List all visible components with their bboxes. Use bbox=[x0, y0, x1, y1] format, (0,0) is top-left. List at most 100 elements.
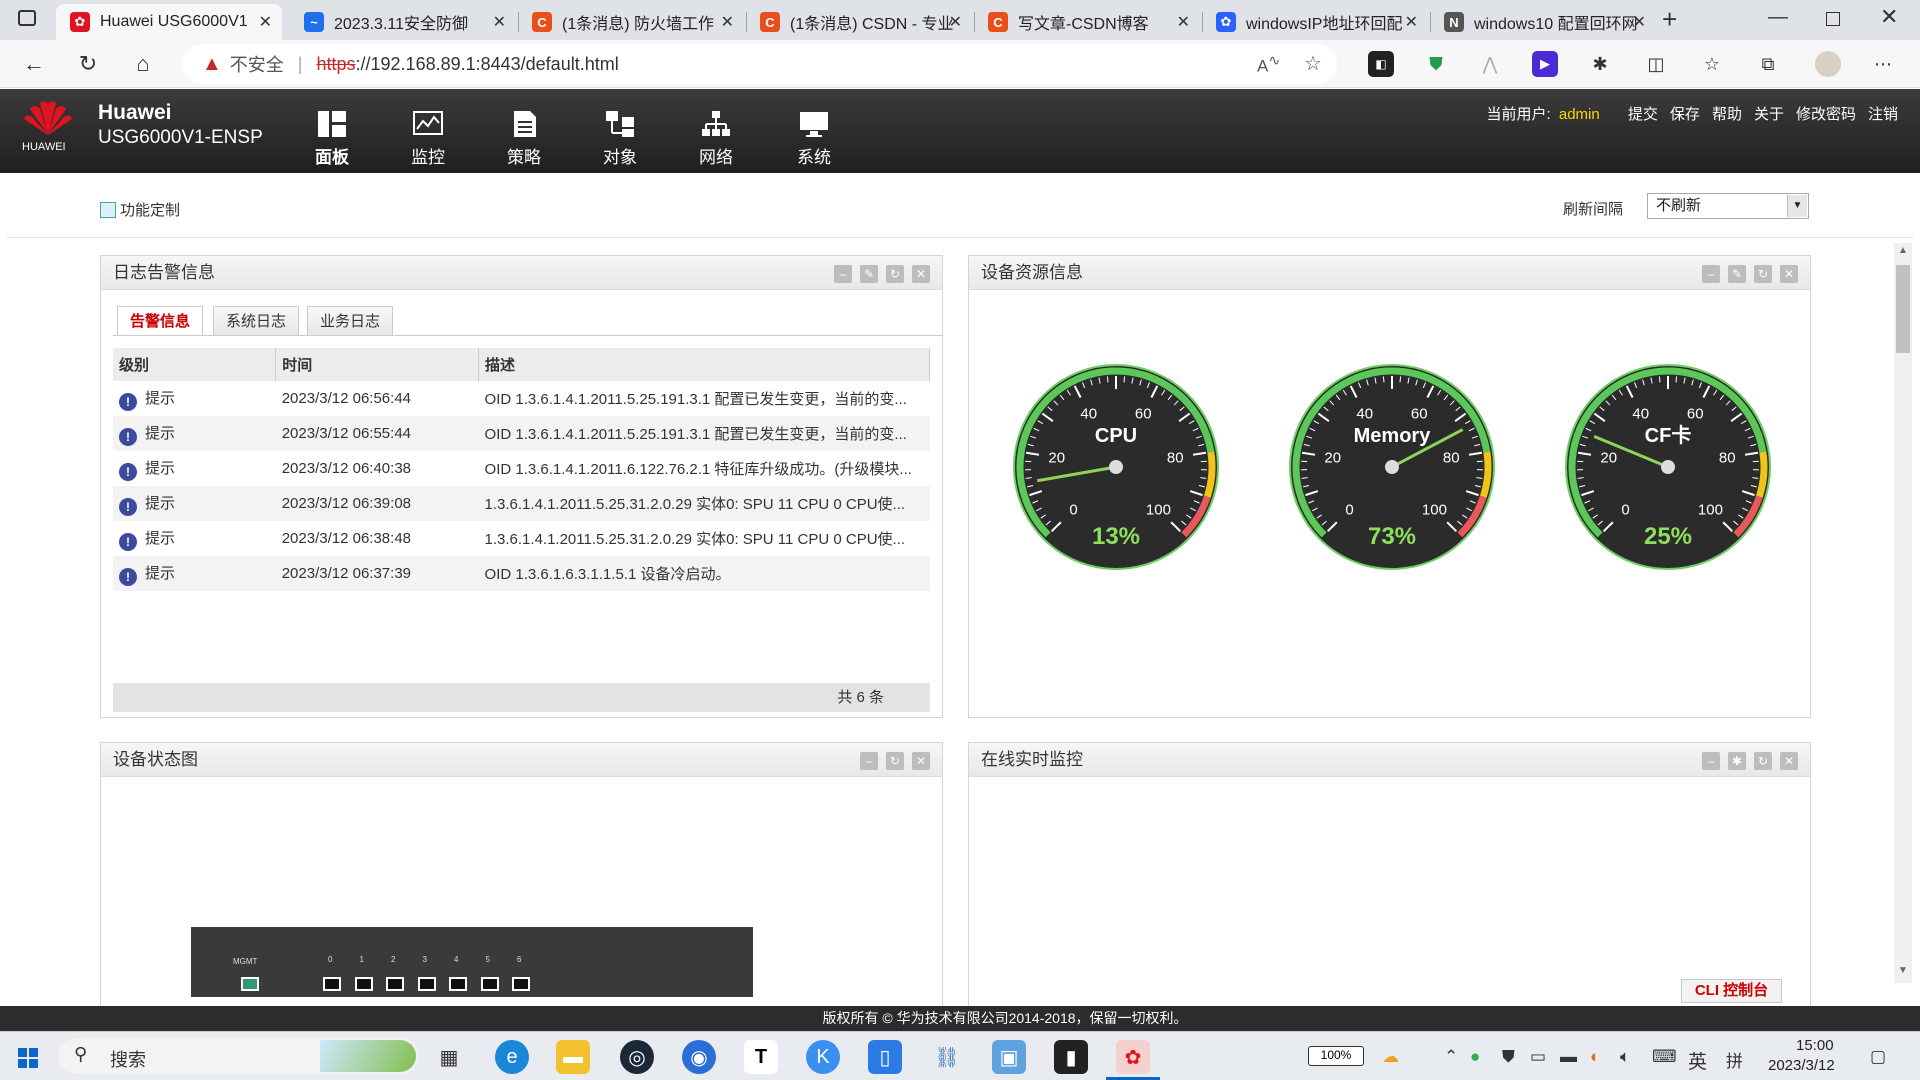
close-icon[interactable]: ✕ bbox=[912, 265, 930, 283]
ethernet-port[interactable] bbox=[354, 977, 373, 991]
extension-badge-icon[interactable]: ◧ bbox=[1368, 51, 1394, 77]
ensp-icon[interactable]: ⛓ bbox=[930, 1040, 964, 1074]
clock-time[interactable]: 15:00 bbox=[1796, 1037, 1834, 1054]
huawei-browser-icon[interactable]: ✿ bbox=[1116, 1040, 1150, 1074]
close-tab-icon[interactable]: ✕ bbox=[1177, 12, 1190, 32]
more-menu-icon[interactable]: ⋯ bbox=[1870, 51, 1896, 77]
typora-icon[interactable]: T bbox=[744, 1040, 778, 1074]
ethernet-port[interactable] bbox=[386, 977, 404, 991]
refresh-icon[interactable]: ↻ bbox=[1754, 752, 1772, 770]
display-icon[interactable]: ▭ bbox=[1530, 1047, 1546, 1067]
ethernet-port[interactable] bbox=[480, 977, 499, 991]
keyboard-icon[interactable]: ⌨ bbox=[1652, 1047, 1677, 1067]
restore-button[interactable] bbox=[1826, 12, 1840, 26]
windows-start-icon[interactable] bbox=[18, 1048, 38, 1068]
puzzle-icon[interactable]: ✱ bbox=[1587, 51, 1613, 77]
qq-icon[interactable]: ◐ bbox=[1590, 1047, 1600, 1067]
minimize-icon[interactable]: – bbox=[860, 752, 878, 770]
collections-icon[interactable]: ⧉ bbox=[1755, 51, 1781, 77]
minimize-button[interactable]: — bbox=[1768, 6, 1788, 29]
input-language[interactable]: 英 bbox=[1688, 1047, 1707, 1074]
browser-tab[interactable]: ✿ windowsIP地址环回配 ✕ bbox=[1202, 4, 1428, 40]
vm-icon[interactable]: ▣ bbox=[992, 1040, 1026, 1074]
header-action-link[interactable]: 修改密码 bbox=[1796, 106, 1856, 123]
new-tab-button[interactable]: + bbox=[1662, 4, 1677, 35]
phone-app-icon[interactable]: ▯ bbox=[868, 1040, 902, 1074]
task-view-icon[interactable]: ▦ bbox=[432, 1040, 466, 1074]
shield-extension-icon[interactable]: ⛊ bbox=[1423, 51, 1449, 77]
column-header[interactable]: 级别 bbox=[113, 348, 277, 381]
minimize-icon[interactable]: – bbox=[1702, 265, 1720, 283]
app-icon[interactable]: ◉ bbox=[682, 1040, 716, 1074]
scrollbar[interactable]: ▲ ▼ bbox=[1894, 243, 1912, 983]
header-action-link[interactable]: 保存 bbox=[1670, 106, 1700, 123]
close-tab-icon[interactable]: ✕ bbox=[493, 12, 506, 32]
minimize-icon[interactable]: – bbox=[834, 265, 852, 283]
nav-network[interactable]: 网络 bbox=[686, 109, 746, 168]
table-row[interactable]: ! 提示 2023/3/12 06:56:44 OID 1.3.6.1.4.1.201… bbox=[113, 381, 930, 416]
battery-icon[interactable]: ▬ bbox=[1560, 1047, 1577, 1067]
file-explorer-icon[interactable]: ▬ bbox=[556, 1040, 590, 1074]
nav-monitor[interactable]: 监控 bbox=[398, 109, 458, 168]
back-button[interactable]: ← bbox=[18, 48, 50, 80]
browser-tab[interactable]: C 写文章-CSDN博客 ✕ bbox=[974, 4, 1200, 40]
steam-icon[interactable]: ◎ bbox=[620, 1040, 654, 1074]
mgmt-port[interactable] bbox=[241, 977, 259, 991]
scroll-up-arrow[interactable]: ▲ bbox=[1898, 245, 1908, 256]
header-action-link[interactable]: 注销 bbox=[1868, 106, 1898, 123]
table-row[interactable]: ! 提示 2023/3/12 06:55:44 OID 1.3.6.1.4.1.201… bbox=[113, 416, 930, 451]
ethernet-port[interactable] bbox=[449, 977, 467, 991]
refresh-icon[interactable]: ↻ bbox=[1754, 265, 1772, 283]
read-aloud-icon[interactable]: A∿ bbox=[1257, 53, 1280, 77]
customize-link[interactable]: 功能定制 bbox=[100, 199, 180, 220]
refresh-icon[interactable]: ↻ bbox=[886, 752, 904, 770]
edit-icon[interactable]: ✎ bbox=[1728, 265, 1746, 283]
log-tab[interactable]: 告警信息 bbox=[117, 306, 204, 336]
close-window-button[interactable]: ✕ bbox=[1880, 4, 1898, 30]
browser-tab[interactable]: C (1条消息) CSDN - 专业 ✕ bbox=[746, 4, 972, 40]
close-tab-icon[interactable]: ✕ bbox=[949, 12, 962, 32]
favorites-icon[interactable]: ☆ bbox=[1699, 51, 1725, 77]
table-row[interactable]: ! 提示 2023/3/12 06:40:38 OID 1.3.6.1.4.1.201… bbox=[113, 451, 930, 486]
log-tab[interactable]: 业务日志 bbox=[307, 306, 394, 336]
header-action-link[interactable]: 提交 bbox=[1628, 106, 1658, 123]
terminal-icon[interactable]: ▮ bbox=[1054, 1040, 1088, 1074]
show-hidden-icons[interactable]: ⌃ bbox=[1444, 1047, 1458, 1067]
wechat-icon[interactable]: ● bbox=[1470, 1047, 1480, 1067]
close-tab-icon[interactable]: ✕ bbox=[721, 12, 734, 32]
nav-policy[interactable]: 策略 bbox=[494, 109, 554, 168]
home-button[interactable]: ⌂ bbox=[127, 48, 159, 80]
browser-tab[interactable]: ✿ Huawei USG6000V1 ✕ bbox=[56, 4, 282, 40]
column-header[interactable]: 描述 bbox=[478, 348, 930, 381]
browser-tab[interactable]: ~2023.3.11安全防御 ✕ bbox=[290, 4, 516, 40]
close-tab-icon[interactable]: ✕ bbox=[259, 12, 272, 32]
volume-icon[interactable]: 🔈︎ bbox=[1620, 1047, 1630, 1067]
notification-icon[interactable]: ▢ bbox=[1870, 1047, 1886, 1067]
purple-extension-icon[interactable]: ▶ bbox=[1532, 51, 1558, 77]
url-input[interactable]: ▲ 不安全 | https ://192.168.89.1:8443/defau… bbox=[182, 44, 1337, 84]
close-tab-icon[interactable]: ✕ bbox=[1405, 12, 1418, 32]
settings-icon[interactable]: ✱ bbox=[1728, 752, 1746, 770]
nav-object[interactable]: 对象 bbox=[590, 109, 650, 168]
profile-avatar[interactable] bbox=[1815, 51, 1841, 77]
clock-date[interactable]: 2023/3/12 bbox=[1768, 1057, 1835, 1074]
scroll-thumb[interactable] bbox=[1896, 265, 1910, 353]
ethernet-port[interactable] bbox=[323, 977, 341, 991]
ethernet-port[interactable] bbox=[417, 977, 436, 991]
ime-mode[interactable]: 拼 bbox=[1726, 1047, 1743, 1072]
column-header[interactable]: 时间 bbox=[275, 348, 480, 381]
scroll-down-arrow[interactable]: ▼ bbox=[1898, 965, 1908, 976]
edit-icon[interactable]: ✎ bbox=[860, 265, 878, 283]
split-screen-icon[interactable]: ◫ bbox=[1643, 51, 1669, 77]
nav-dashboard[interactable]: 面板 bbox=[302, 109, 362, 168]
ethernet-port[interactable] bbox=[512, 977, 530, 991]
table-row[interactable]: ! 提示 2023/3/12 06:38:48 1.3.6.1.4.1.2011.5.… bbox=[113, 521, 930, 556]
refresh-button[interactable]: ↻ bbox=[72, 48, 104, 80]
header-action-link[interactable]: 帮助 bbox=[1712, 106, 1742, 123]
close-icon[interactable]: ✕ bbox=[1780, 752, 1798, 770]
minimize-icon[interactable]: – bbox=[1702, 752, 1720, 770]
browser-tab[interactable]: C (1条消息) 防火墙工作 ✕ bbox=[518, 4, 744, 40]
security-icon[interactable]: ⛊ bbox=[1502, 1047, 1515, 1067]
edge-icon[interactable]: e bbox=[495, 1040, 529, 1074]
browser-tab[interactable]: Nwindows10 配置回环网 ✕ bbox=[1430, 4, 1656, 40]
